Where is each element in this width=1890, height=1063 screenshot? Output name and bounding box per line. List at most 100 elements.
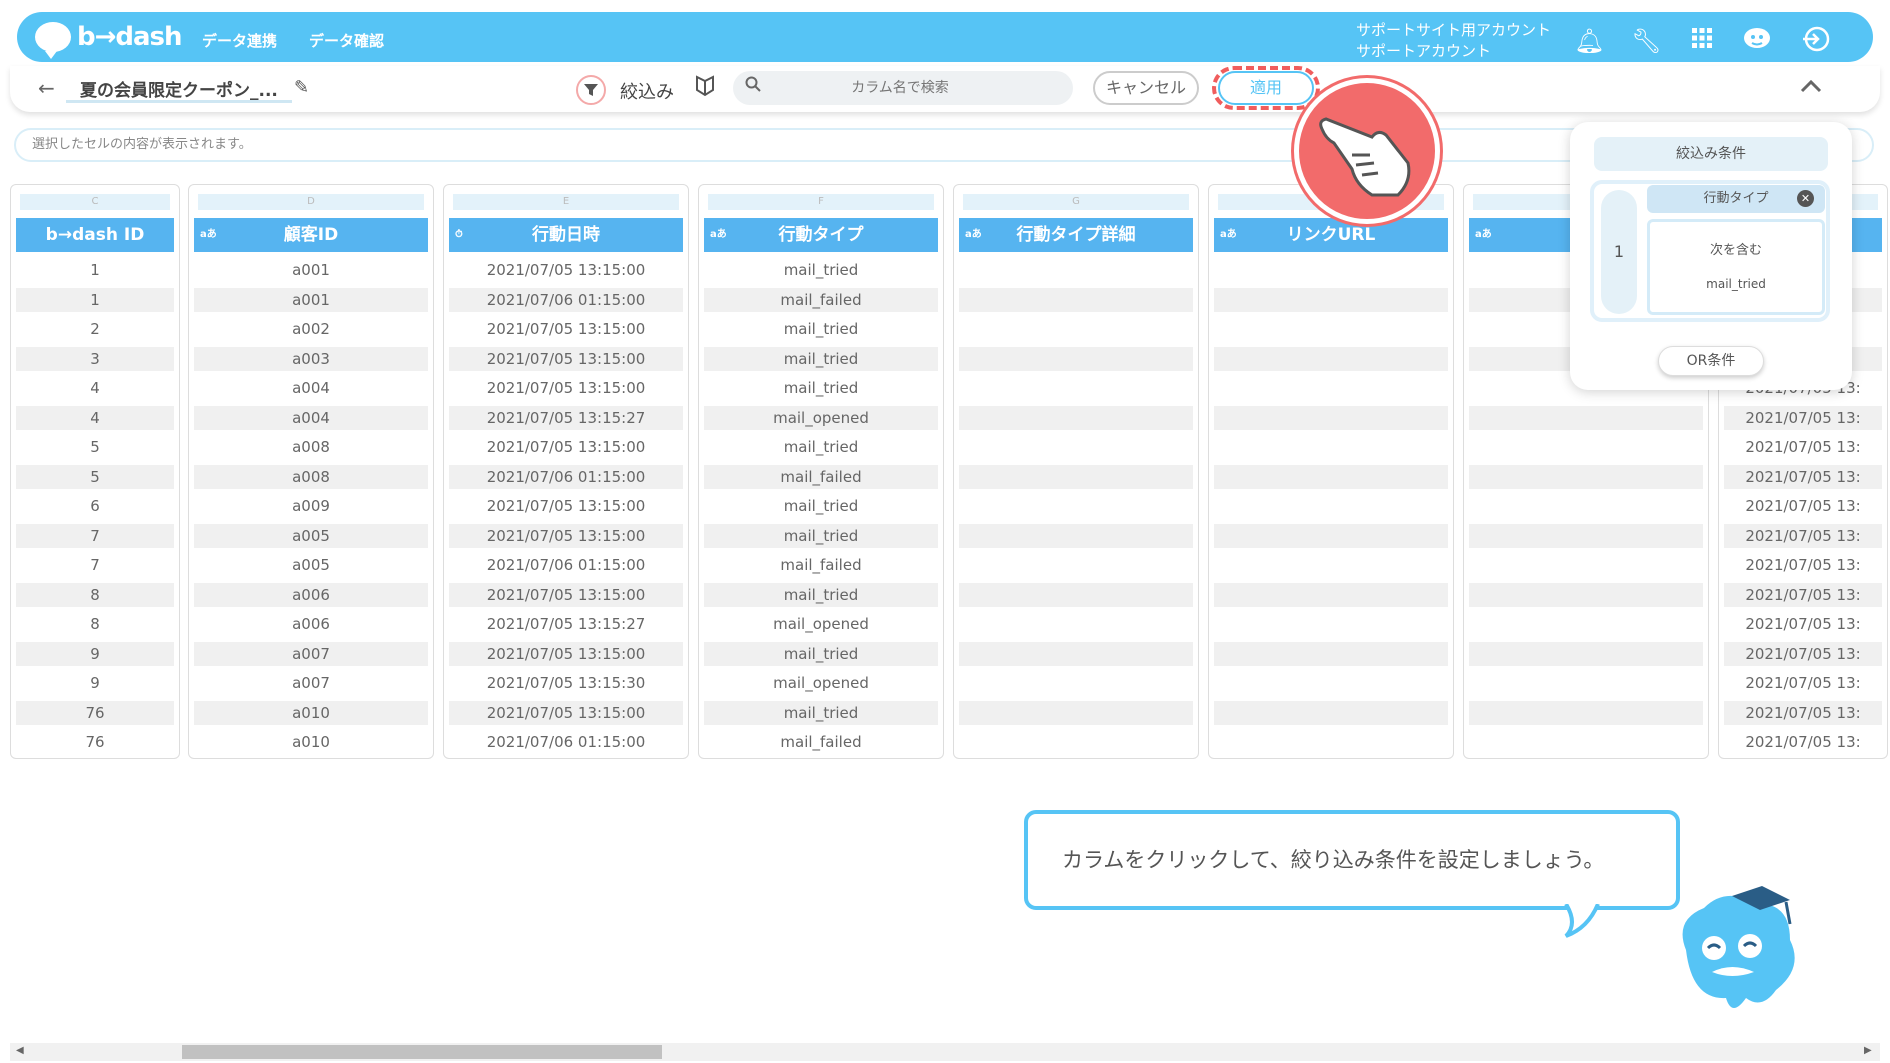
table-cell[interactable]: 5 [16, 435, 174, 459]
table-cell[interactable] [1469, 671, 1703, 695]
table-cell[interactable]: 2021/07/05 13: [1724, 494, 1882, 518]
table-cell[interactable] [959, 730, 1193, 754]
table-cell[interactable]: 2021/07/05 13: [1724, 553, 1882, 577]
column-header[interactable]: b→dash ID [16, 218, 174, 252]
table-cell[interactable]: 2021/07/06 01:15:00 [449, 287, 683, 312]
table-cell[interactable]: mail_opened [704, 612, 938, 636]
scroll-right-arrow-icon[interactable]: ▶ [1864, 1045, 1872, 1056]
bell-icon[interactable]: 🔔︎ [1574, 26, 1604, 56]
table-cell[interactable]: 2021/07/06 01:15:00 [449, 730, 683, 754]
table-cell[interactable]: a006 [194, 582, 428, 607]
grid-menu-icon[interactable] [1687, 26, 1717, 56]
table-cell[interactable]: 4 [16, 405, 174, 430]
close-icon[interactable]: ✕ [1797, 190, 1814, 207]
scroll-left-arrow-icon[interactable]: ◀ [16, 1045, 24, 1056]
table-cell[interactable]: a005 [194, 523, 428, 548]
table-cell[interactable]: mail_tried [704, 494, 938, 518]
table-cell[interactable]: a007 [194, 671, 428, 695]
table-cell[interactable]: a009 [194, 494, 428, 518]
table-cell[interactable] [1469, 730, 1703, 754]
bdash-logo[interactable]: b→dash [35, 22, 183, 59]
filter-funnel-icon[interactable] [576, 75, 606, 105]
table-cell[interactable] [1214, 523, 1448, 548]
table-cell[interactable] [959, 464, 1193, 489]
beginner-mark-icon[interactable] [696, 75, 714, 103]
apply-button[interactable]: 適用 [1218, 71, 1314, 105]
table-cell[interactable] [1214, 287, 1448, 312]
table-cell[interactable] [959, 494, 1193, 518]
table-cell[interactable] [1214, 700, 1448, 725]
table-cell[interactable]: 2021/07/05 13:15:00 [449, 700, 683, 725]
table-cell[interactable] [959, 641, 1193, 666]
or-condition-button[interactable]: OR条件 [1658, 346, 1764, 376]
table-cell[interactable] [959, 553, 1193, 577]
table-cell[interactable]: 76 [16, 730, 174, 754]
table-cell[interactable] [1214, 553, 1448, 577]
table-cell[interactable]: mail_tried [704, 641, 938, 666]
table-cell[interactable]: 2021/07/05 13:15:00 [449, 346, 683, 371]
table-cell[interactable]: a002 [194, 317, 428, 341]
nav-data-link[interactable]: データ連携 [202, 30, 277, 51]
table-cell[interactable] [959, 346, 1193, 371]
table-cell[interactable] [959, 376, 1193, 400]
table-cell[interactable]: 2021/07/05 13:15:27 [449, 612, 683, 636]
table-cell[interactable]: mail_failed [704, 730, 938, 754]
table-cell[interactable] [1469, 612, 1703, 636]
table-cell[interactable]: a003 [194, 346, 428, 371]
table-cell[interactable]: 76 [16, 700, 174, 725]
table-cell[interactable] [1214, 671, 1448, 695]
table-cell[interactable] [1469, 435, 1703, 459]
table-cell[interactable]: 2021/07/05 13:15:00 [449, 376, 683, 400]
table-cell[interactable] [1469, 641, 1703, 666]
table-cell[interactable] [959, 700, 1193, 725]
table-cell[interactable]: mail_tried [704, 582, 938, 607]
table-cell[interactable]: a008 [194, 464, 428, 489]
table-cell[interactable]: 2021/07/05 13:15:00 [449, 258, 683, 282]
table-cell[interactable]: mail_tried [704, 435, 938, 459]
table-cell[interactable]: 2021/07/06 01:15:00 [449, 553, 683, 577]
edit-pencil-icon[interactable]: ✎ [294, 77, 309, 98]
back-arrow-icon[interactable]: ← [38, 76, 55, 100]
table-cell[interactable]: 7 [16, 553, 174, 577]
table-cell[interactable]: 2021/07/05 13:15:00 [449, 582, 683, 607]
table-cell[interactable]: 2021/07/05 13: [1724, 464, 1882, 489]
table-cell[interactable]: 2 [16, 317, 174, 341]
logout-icon[interactable] [1800, 26, 1830, 56]
table-cell[interactable]: 2021/07/05 13: [1724, 612, 1882, 636]
table-cell[interactable]: a007 [194, 641, 428, 666]
table-cell[interactable] [1214, 317, 1448, 341]
table-cell[interactable]: 2021/07/05 13:15:30 [449, 671, 683, 695]
table-cell[interactable] [1469, 405, 1703, 430]
table-cell[interactable] [959, 523, 1193, 548]
table-cell[interactable]: 2021/07/05 13:15:00 [449, 435, 683, 459]
table-cell[interactable] [1214, 464, 1448, 489]
account-info[interactable]: サポートサイト用アカウント サポートアカウント [1356, 20, 1551, 62]
table-cell[interactable]: a010 [194, 730, 428, 754]
table-cell[interactable]: 4 [16, 376, 174, 400]
table-cell[interactable] [1214, 641, 1448, 666]
table-cell[interactable]: 2021/07/05 13: [1724, 405, 1882, 430]
table-cell[interactable]: 2021/07/05 13: [1724, 730, 1882, 754]
table-cell[interactable] [1214, 435, 1448, 459]
table-cell[interactable]: a005 [194, 553, 428, 577]
table-cell[interactable]: 2021/07/05 13: [1724, 435, 1882, 459]
table-cell[interactable]: 1 [16, 258, 174, 282]
table-cell[interactable]: 2021/07/05 13: [1724, 582, 1882, 607]
table-cell[interactable] [1469, 494, 1703, 518]
table-cell[interactable] [1214, 258, 1448, 282]
table-cell[interactable]: a001 [194, 287, 428, 312]
table-cell[interactable]: 2021/07/05 13: [1724, 671, 1882, 695]
table-cell[interactable]: mail_opened [704, 405, 938, 430]
table-cell[interactable]: 2021/07/05 13:15:00 [449, 523, 683, 548]
nav-data-check[interactable]: データ確認 [309, 30, 384, 51]
column-header[interactable]: aあ 行動タイプ [704, 218, 938, 252]
table-cell[interactable] [959, 612, 1193, 636]
table-cell[interactable] [1214, 346, 1448, 371]
page-title[interactable]: 夏の会員限定クーポン_... [80, 76, 278, 101]
table-cell[interactable]: mail_failed [704, 464, 938, 489]
wrench-icon[interactable]: 🔧︎ [1631, 26, 1661, 56]
table-cell[interactable]: 2021/07/05 13:15:00 [449, 317, 683, 341]
table-cell[interactable] [959, 287, 1193, 312]
table-cell[interactable] [1469, 553, 1703, 577]
table-cell[interactable] [1214, 405, 1448, 430]
